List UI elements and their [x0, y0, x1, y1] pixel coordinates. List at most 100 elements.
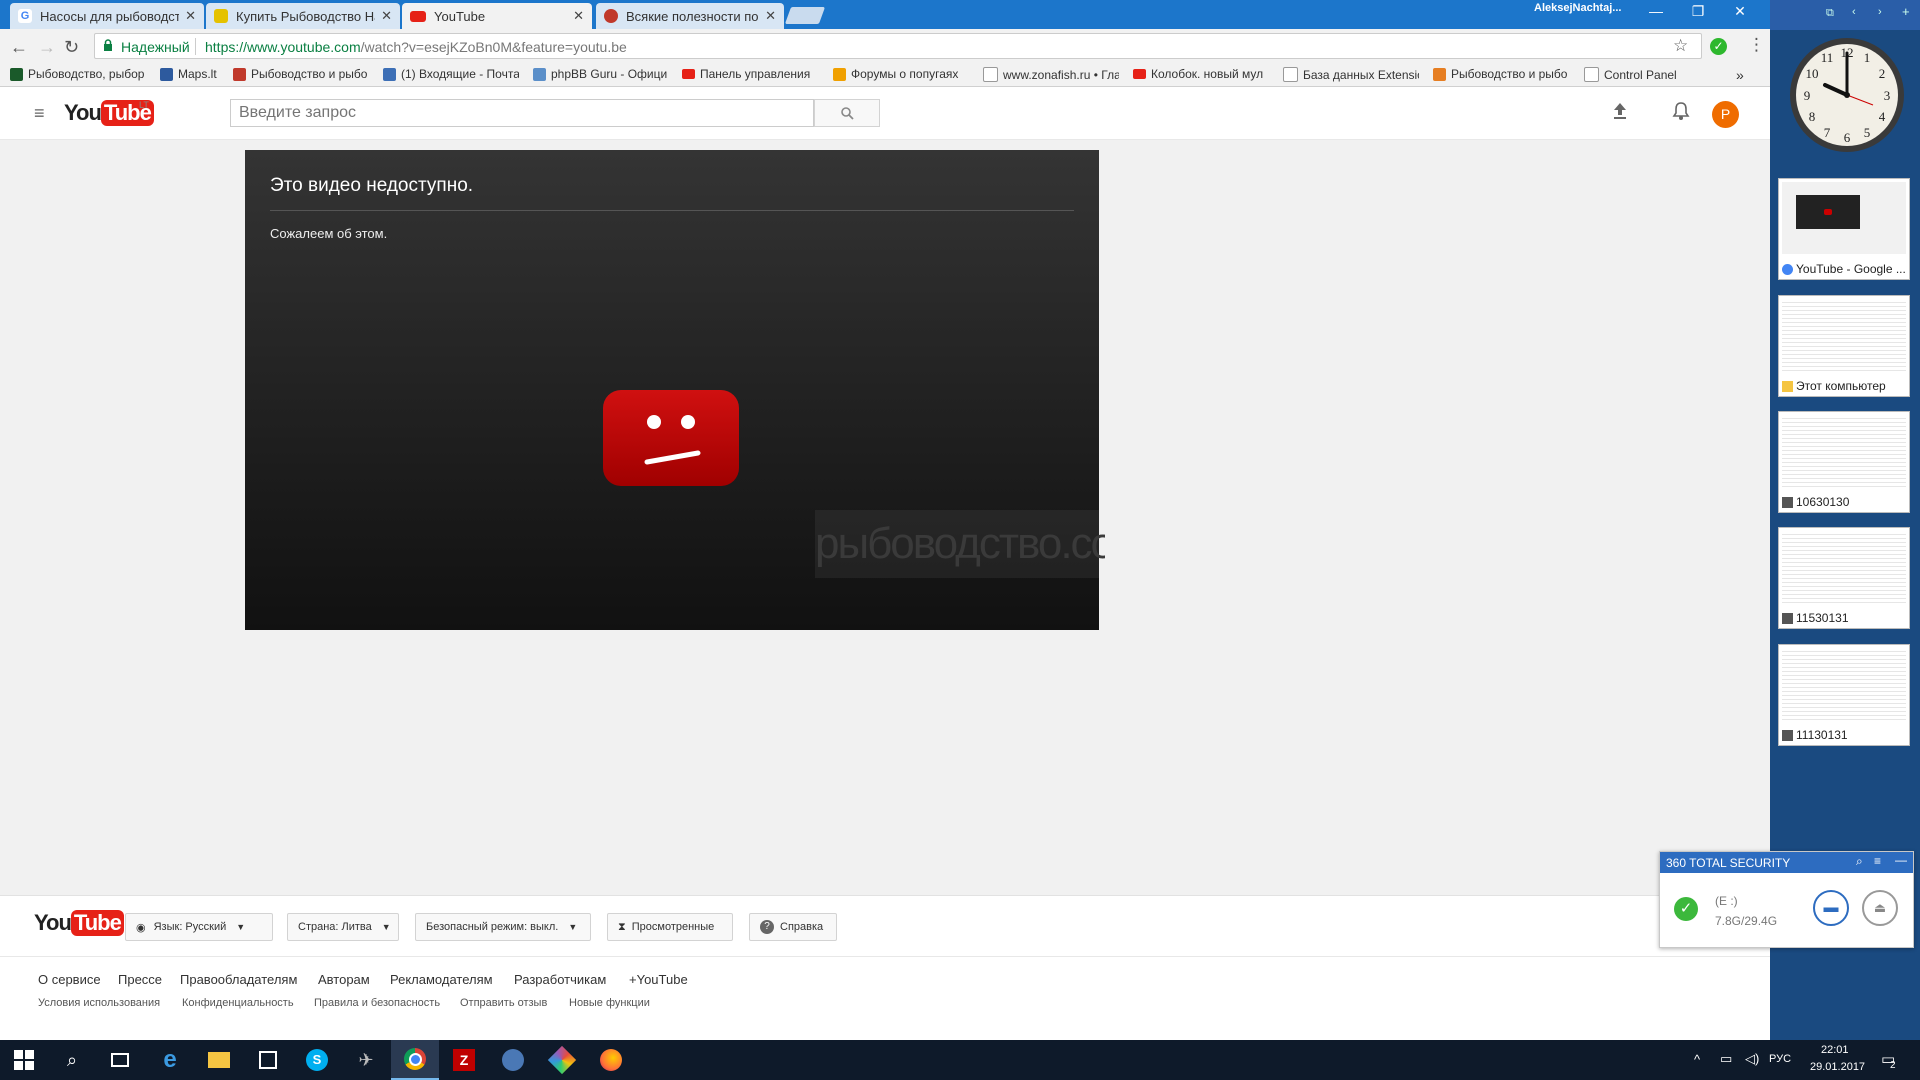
footer-logo[interactable]: You Tube — [34, 910, 124, 936]
bookmark-item[interactable]: Рыбоводство и рыбо — [1433, 67, 1569, 81]
minimize-button[interactable]: — — [1642, 3, 1670, 19]
close-icon[interactable]: ✕ — [185, 8, 196, 24]
bookmark-item[interactable]: (1) Входящие - Почта — [383, 67, 519, 81]
page-icon — [1584, 67, 1599, 82]
menu-icon[interactable]: ⋮ — [1748, 35, 1765, 55]
volume-icon[interactable]: ◁) — [1745, 1051, 1759, 1067]
app-icon[interactable] — [538, 1040, 586, 1080]
avatar[interactable]: P — [1712, 101, 1739, 128]
history-button[interactable]: ⧗ Просмотренные — [607, 913, 733, 941]
footer-link[interactable]: Разработчикам — [514, 972, 606, 987]
country-button[interactable]: Страна: Литва ▼ — [287, 913, 399, 941]
logo-tube: Tube — [70, 910, 124, 936]
window-thumbnail[interactable]: 11530131 — [1778, 527, 1910, 629]
footer-link-secondary[interactable]: Конфиденциальность — [182, 997, 294, 1009]
edge-icon[interactable]: e — [146, 1040, 194, 1080]
language-button[interactable]: ◉ Язык: Русский ▼ — [125, 913, 273, 941]
thumbnail-label: 11530131 — [1782, 611, 1906, 625]
url-text[interactable]: https://www.youtube.com/watch?v=esejKZoB… — [205, 39, 627, 55]
bookmark-item[interactable]: Панель управления — [682, 67, 818, 81]
task-view-icon[interactable] — [96, 1040, 144, 1080]
window-thumbnail[interactable]: 10630130 — [1778, 411, 1910, 513]
network-icon[interactable]: ▭ — [1720, 1051, 1732, 1067]
search-icon[interactable]: ⌕ — [1856, 854, 1863, 869]
clock-time[interactable]: 22:01 — [1821, 1044, 1849, 1056]
address-bar[interactable]: Надежный https://www.youtube.com/watch?v… — [94, 33, 1702, 59]
new-tab-button[interactable] — [784, 7, 826, 24]
bookmark-item[interactable]: Рыбоводство и рыбо — [233, 67, 369, 81]
bookmark-item[interactable]: Форумы о попугаях — [833, 67, 969, 81]
footer-link[interactable]: Рекламодателям — [390, 972, 493, 987]
extension-check-icon[interactable]: ✓ — [1710, 38, 1727, 55]
window-thumbnail[interactable]: Этот компьютер — [1778, 295, 1910, 397]
sidebar-minimize-icon[interactable]: ⧉ — [1826, 7, 1834, 20]
search-button[interactable] — [814, 99, 880, 127]
skype-icon[interactable]: S — [293, 1040, 341, 1080]
bookmark-item[interactable]: www.zonafish.ru • Гла — [983, 67, 1119, 82]
tab-pumps[interactable]: G Насосы для рыбоводств ✕ — [10, 3, 204, 29]
profile-name[interactable]: AleksejNachtaj... — [1534, 2, 1621, 14]
footer-link-secondary[interactable]: Отправить отзыв — [460, 997, 547, 1009]
window-thumbnail[interactable]: YouTube - Google ... — [1778, 178, 1910, 280]
tray-expand-icon[interactable]: ^ — [1694, 1052, 1700, 1067]
bookmark-item[interactable]: Колобок. новый мул — [1133, 67, 1269, 81]
bookmark-item[interactable]: Maps.lt — [160, 67, 222, 81]
close-icon[interactable]: ✕ — [381, 8, 392, 24]
bookmark-label: Рыбоводство и рыбо — [1451, 67, 1568, 81]
window-thumbnail[interactable]: 11130131 — [1778, 644, 1910, 746]
sidebar-add-icon[interactable]: + — [1902, 4, 1910, 19]
app-icon[interactable]: ✈ — [342, 1040, 390, 1080]
reload-icon[interactable]: ↻ — [64, 37, 79, 58]
start-button[interactable] — [0, 1040, 48, 1080]
tab-buy[interactable]: Купить Рыбоводство На ✕ — [206, 3, 400, 29]
footer-link-secondary[interactable]: Правила и безопасность — [314, 997, 440, 1009]
footer-link-secondary[interactable]: Новые функции — [569, 997, 650, 1009]
sidebar-prev-icon[interactable]: ‹ — [1852, 6, 1856, 18]
footer-link[interactable]: +YouTube — [629, 972, 688, 987]
bookmark-item[interactable]: База данных Extensio — [1283, 67, 1419, 82]
clock-gadget[interactable]: 12 1 2 3 4 5 6 7 8 9 10 11 — [1787, 33, 1907, 158]
video-player[interactable]: Это видео недоступно. Сожалеем об этом. … — [245, 150, 1105, 630]
footer-link[interactable]: Правообладателям — [180, 972, 297, 987]
menu-icon[interactable]: ≡ — [1874, 854, 1881, 868]
filezilla-icon[interactable]: Z — [440, 1040, 488, 1080]
footer-link-secondary[interactable]: Условия использования — [38, 997, 160, 1009]
bookmark-item[interactable]: phpBB Guru - Офици — [533, 67, 669, 81]
browser-toolbar: ← → ↻ Надежный https://www.youtube.com/w… — [0, 29, 1770, 65]
back-icon[interactable]: ← — [10, 37, 28, 58]
help-button[interactable]: ? Справка — [749, 913, 837, 941]
notifications-bell-icon[interactable] — [1672, 101, 1690, 124]
tab-youtube[interactable]: YouTube ✕ — [402, 3, 592, 29]
bookmarks-more-button[interactable]: » — [1736, 67, 1744, 83]
search-icon[interactable]: ⌕ — [48, 1040, 96, 1080]
sidebar-next-icon[interactable]: › — [1878, 6, 1882, 18]
firefox-icon[interactable] — [587, 1040, 635, 1080]
minimize-icon[interactable]: — — [1895, 853, 1907, 867]
thunderbird-icon[interactable] — [489, 1040, 537, 1080]
tab-useful[interactable]: Всякие полезности по р ✕ — [596, 3, 784, 29]
divider — [195, 38, 196, 55]
restore-button[interactable]: ❐ — [1684, 3, 1712, 20]
close-window-button[interactable]: ✕ — [1726, 3, 1754, 20]
store-icon[interactable] — [244, 1040, 292, 1080]
footer-link[interactable]: Авторам — [318, 972, 370, 987]
language-indicator[interactable]: РУС — [1769, 1053, 1791, 1065]
eject-button[interactable]: ⏏ — [1862, 890, 1898, 926]
bookmark-item[interactable]: Control Panel — [1584, 67, 1694, 82]
star-icon[interactable]: ☆ — [1673, 36, 1688, 56]
close-icon[interactable]: ✕ — [765, 8, 776, 24]
guide-menu-icon[interactable]: ≡ — [34, 103, 45, 124]
footer-link[interactable]: О сервисе — [38, 972, 101, 987]
open-folder-button[interactable]: ▬ — [1813, 890, 1849, 926]
tab-title: Насосы для рыбоводств — [40, 8, 180, 24]
close-icon[interactable]: ✕ — [573, 8, 584, 24]
search-input[interactable] — [230, 99, 814, 127]
forward-icon[interactable]: → — [38, 37, 56, 58]
bookmark-item[interactable]: Рыбоводство, рыбор — [10, 67, 146, 81]
safety-mode-button[interactable]: Безопасный режим: выкл. ▼ — [415, 913, 591, 941]
footer-link[interactable]: Прессе — [118, 972, 162, 987]
clock-date[interactable]: 29.01.2017 — [1810, 1061, 1865, 1073]
file-explorer-icon[interactable] — [195, 1040, 243, 1080]
upload-icon[interactable] — [1612, 102, 1628, 123]
chrome-icon[interactable] — [391, 1040, 439, 1080]
